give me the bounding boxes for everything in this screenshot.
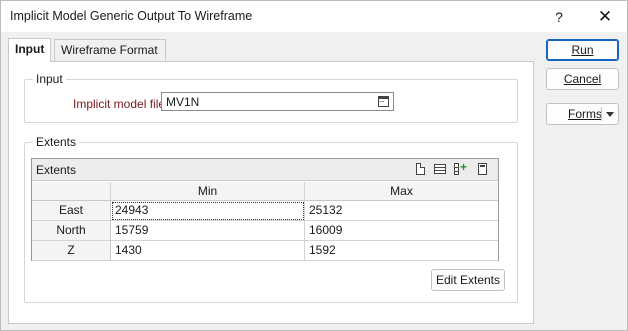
help-button[interactable]: ? bbox=[537, 1, 581, 32]
extents-grid: Extents + Min Max East 24943 25132 North… bbox=[31, 158, 499, 261]
row-header-z: Z bbox=[32, 241, 111, 261]
column-header-max: Max bbox=[305, 182, 498, 201]
chevron-down-icon[interactable] bbox=[606, 112, 614, 117]
window-title: Implicit Model Generic Output To Wirefra… bbox=[10, 9, 253, 23]
forms-button[interactable]: Forms bbox=[546, 103, 619, 125]
row-header-north: North bbox=[32, 221, 111, 241]
cancel-button[interactable]: Cancel bbox=[546, 68, 619, 90]
extents-group-title: Extents bbox=[33, 135, 80, 149]
insert-column-icon[interactable]: + bbox=[454, 160, 467, 177]
implicit-model-file-label: Implicit model file bbox=[73, 97, 166, 111]
grid-title: Extents bbox=[36, 163, 77, 177]
tab-wireframe-format[interactable]: Wireframe Format bbox=[54, 39, 166, 61]
z-max-cell[interactable]: 1592 bbox=[305, 241, 498, 261]
calculator-icon[interactable] bbox=[477, 163, 490, 177]
table-icon[interactable] bbox=[434, 163, 447, 177]
north-min-cell[interactable]: 15759 bbox=[111, 221, 305, 241]
extents-group: Extents Extents + Min Max East 24943 251… bbox=[24, 135, 518, 303]
column-header-min: Min bbox=[111, 182, 305, 201]
tab-input[interactable]: Input bbox=[8, 38, 52, 62]
row-header-east: East bbox=[32, 201, 111, 221]
z-min-cell[interactable]: 1430 bbox=[111, 241, 305, 261]
title-bar: Implicit Model Generic Output To Wirefra… bbox=[1, 1, 627, 32]
grid-header: Extents + bbox=[32, 159, 498, 181]
browse-icon[interactable] bbox=[378, 95, 389, 107]
edit-extents-button[interactable]: Edit Extents bbox=[431, 269, 505, 291]
table-row: East 24943 25132 bbox=[32, 201, 498, 221]
input-group-title: Input bbox=[33, 72, 66, 86]
forms-button-label: Forms bbox=[568, 107, 602, 121]
tab-panel: Input Implicit model file MV1N Extents E… bbox=[8, 61, 534, 324]
east-max-cell[interactable]: 25132 bbox=[305, 201, 498, 221]
east-min-cell[interactable]: 24943 bbox=[111, 201, 305, 221]
implicit-model-file-input[interactable]: MV1N bbox=[161, 92, 394, 111]
table-row: North 15759 16009 bbox=[32, 221, 498, 241]
run-button[interactable]: Run bbox=[546, 39, 619, 61]
input-group: Input Implicit model file MV1N bbox=[24, 72, 518, 123]
grid-corner bbox=[32, 182, 111, 201]
forms-split-divider bbox=[601, 107, 602, 121]
north-max-cell[interactable]: 16009 bbox=[305, 221, 498, 241]
dialog-window: Implicit Model Generic Output To Wirefra… bbox=[0, 0, 628, 331]
table-row: Z 1430 1592 bbox=[32, 241, 498, 261]
close-button[interactable]: ✕ bbox=[583, 1, 627, 32]
implicit-model-file-value: MV1N bbox=[166, 95, 200, 109]
new-page-icon[interactable] bbox=[414, 163, 427, 177]
